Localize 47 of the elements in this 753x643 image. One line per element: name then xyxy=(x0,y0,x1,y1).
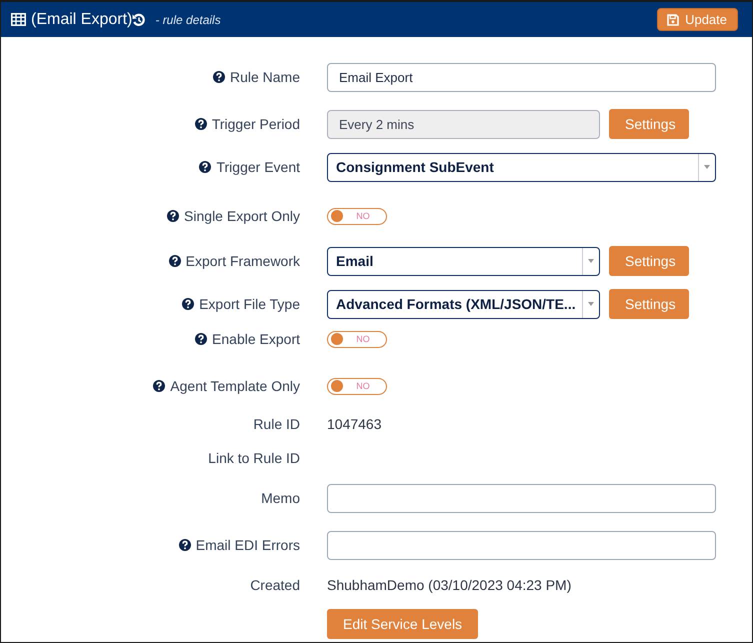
caret-icon xyxy=(588,259,594,263)
field-label: Single Export Only xyxy=(184,208,300,224)
toggle-switch[interactable]: NO xyxy=(327,208,387,224)
field-label: Trigger Period xyxy=(212,116,300,132)
field-label: Export File Type xyxy=(199,296,300,312)
field-label: Trigger Event xyxy=(216,159,300,175)
help-icon[interactable] xyxy=(212,71,225,83)
field-label: Rule ID xyxy=(253,416,300,432)
toggle-switch[interactable]: NO xyxy=(327,378,387,394)
field-label: Link to Rule ID xyxy=(208,450,300,466)
caret-icon xyxy=(588,302,594,306)
settings-button[interactable]: Settings xyxy=(609,246,689,276)
table-icon xyxy=(11,13,26,26)
help-icon[interactable] xyxy=(195,333,208,345)
field-label: Enable Export xyxy=(212,331,300,347)
save-icon xyxy=(667,14,680,26)
caret-icon xyxy=(704,165,710,169)
input-field[interactable]: Email Export xyxy=(327,62,716,92)
field-label: Agent Template Only xyxy=(170,378,300,394)
help-icon[interactable] xyxy=(199,161,212,173)
settings-button[interactable]: Settings xyxy=(609,109,689,139)
help-icon[interactable] xyxy=(194,118,207,130)
dropdown[interactable]: Consignment SubEvent xyxy=(327,152,716,182)
help-icon[interactable] xyxy=(167,210,180,222)
field-label: Email EDI Errors xyxy=(196,537,300,553)
field-label: Rule Name xyxy=(230,69,300,85)
readonly-field[interactable]: Every 2 mins xyxy=(327,110,600,138)
help-icon[interactable] xyxy=(153,380,166,392)
dropdown[interactable]: Email xyxy=(327,246,600,276)
help-icon[interactable] xyxy=(178,539,191,551)
help-icon[interactable] xyxy=(168,255,181,267)
edit-service-levels-button[interactable]: Edit Service Levels xyxy=(327,609,478,639)
field-value: 1047463 xyxy=(327,416,382,432)
history-icon[interactable] xyxy=(132,12,146,26)
subtitle: - rule details xyxy=(155,12,221,26)
field-label: Created xyxy=(250,577,300,593)
input-field[interactable] xyxy=(327,530,716,560)
field-value: ShubhamDemo (03/10/2023 04:23 PM) xyxy=(327,577,572,593)
settings-button[interactable]: Settings xyxy=(609,289,689,319)
help-icon[interactable] xyxy=(182,298,194,310)
rule-title: (Email Export) xyxy=(31,10,132,28)
dropdown[interactable]: Advanced Formats (XML/JSON/TE... xyxy=(327,290,600,318)
input-field[interactable] xyxy=(327,484,716,512)
toggle-switch[interactable]: NO xyxy=(327,330,387,348)
field-label: Memo xyxy=(261,490,300,506)
field-label: Export Framework xyxy=(186,253,300,269)
update-button[interactable]: Update xyxy=(657,8,738,31)
